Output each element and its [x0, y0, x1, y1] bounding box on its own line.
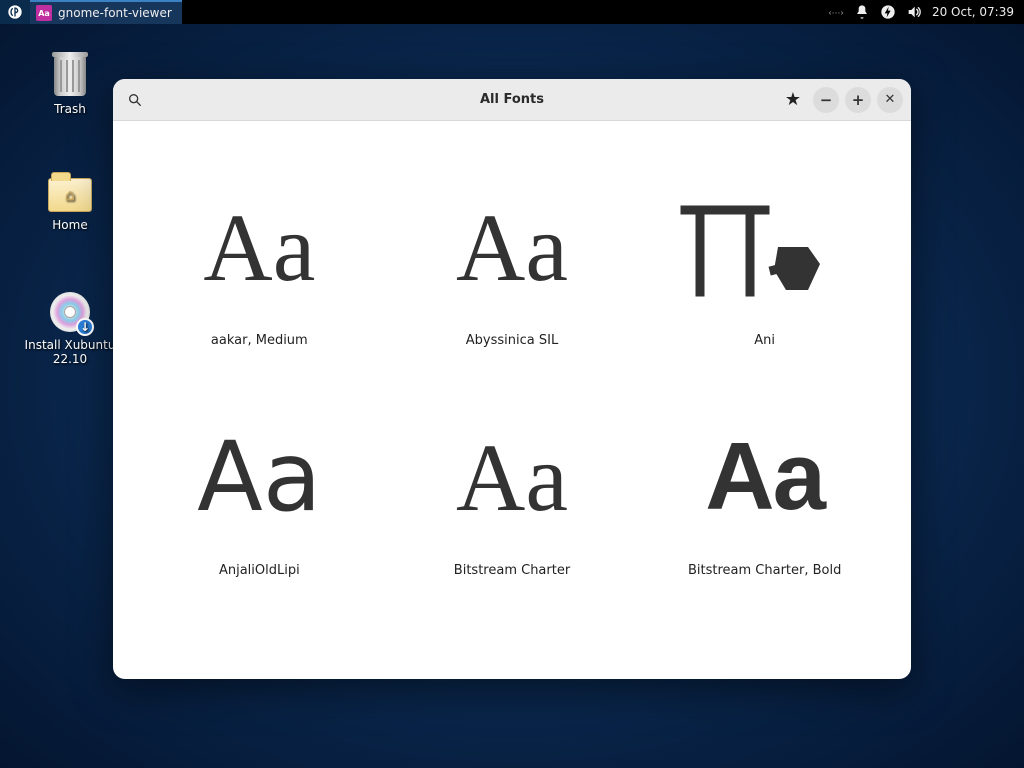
download-badge-icon: ↓: [76, 318, 94, 336]
close-icon: ✕: [885, 92, 896, 107]
font-label: aakar, Medium: [211, 333, 308, 348]
desktop-icon-trash[interactable]: Trash: [20, 52, 120, 116]
font-card-ani[interactable]: Ani: [638, 161, 891, 391]
taskbar-item-gnome-font-viewer[interactable]: Aa gnome-font-viewer: [30, 0, 182, 24]
svg-text:‹⋯›: ‹⋯›: [828, 8, 844, 18]
trash-icon: [54, 56, 86, 96]
font-sample: Aa: [720, 647, 809, 679]
favorite-star-icon[interactable]: ★: [785, 89, 801, 110]
font-viewer-icon: Aa: [36, 5, 52, 21]
disc-icon: ↓: [50, 292, 90, 332]
font-sample: Aa: [456, 417, 568, 537]
network-icon[interactable]: ‹⋯›: [828, 4, 844, 20]
font-card-partial[interactable]: Aa: [133, 621, 386, 679]
power-manager-icon[interactable]: [880, 4, 896, 20]
zoom-out-button[interactable]: −: [813, 87, 839, 113]
folder-icon: ⌂: [48, 178, 92, 212]
font-sample: Aa: [705, 417, 824, 537]
clock[interactable]: 20 Oct, 07:39: [932, 5, 1014, 19]
font-label: Abyssinica SIL: [466, 333, 558, 348]
taskbar-item-label: gnome-font-viewer: [58, 6, 172, 20]
font-sample: Aa: [456, 187, 568, 307]
search-button[interactable]: [121, 86, 149, 114]
desktop-icon-label: Home: [52, 218, 87, 232]
plus-icon: +: [852, 91, 865, 109]
desktop-icon-label: Install Xubuntu 22.10: [20, 338, 120, 366]
font-card-bitstream[interactable]: Aa Bitstream Charter: [386, 391, 639, 621]
desktop-icon-install[interactable]: ↓ Install Xubuntu 22.10: [20, 288, 120, 366]
font-card-partial[interactable]: Aa: [386, 621, 639, 679]
font-viewer-window: All Fonts ★ − + ✕ Aa aakar, Medium Aa Ab…: [113, 79, 911, 679]
minus-icon: −: [820, 91, 833, 109]
close-button[interactable]: ✕: [877, 87, 903, 113]
font-label: Ani: [754, 333, 775, 348]
desktop-icon-label: Trash: [54, 102, 86, 116]
font-card-aakar[interactable]: Aa aakar, Medium: [133, 161, 386, 391]
font-card-partial[interactable]: Aa: [638, 621, 891, 679]
font-sample: Aa: [197, 417, 322, 537]
font-card-abyssinica[interactable]: Aa Abyssinica SIL: [386, 161, 639, 391]
volume-icon[interactable]: [906, 4, 922, 20]
headerbar: All Fonts ★ − + ✕: [113, 79, 911, 121]
start-menu-button[interactable]: [0, 0, 30, 24]
font-card-bitstream-bold[interactable]: Aa Bitstream Charter, Bold: [638, 391, 891, 621]
font-card-anjali[interactable]: Aa AnjaliOldLipi: [133, 391, 386, 621]
font-sample: Aa: [465, 647, 558, 679]
search-icon: [127, 92, 143, 108]
zoom-in-button[interactable]: +: [845, 87, 871, 113]
top-panel: Aa gnome-font-viewer ‹⋯› 20 Oct, 07:39: [0, 0, 1024, 24]
notifications-icon[interactable]: [854, 4, 870, 20]
font-label: Bitstream Charter: [454, 563, 570, 578]
desktop-icon-home[interactable]: ⌂ Home: [20, 168, 120, 232]
font-label: AnjaliOldLipi: [219, 563, 300, 578]
font-sample: Aa: [203, 187, 315, 307]
font-label: Bitstream Charter, Bold: [688, 563, 841, 578]
font-sample: [680, 187, 850, 307]
font-sample: Aa: [210, 647, 308, 679]
font-grid[interactable]: Aa aakar, Medium Aa Abyssinica SIL Ani A…: [113, 121, 911, 679]
